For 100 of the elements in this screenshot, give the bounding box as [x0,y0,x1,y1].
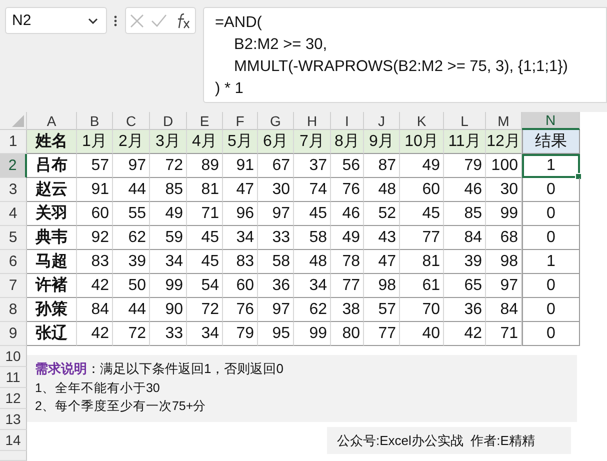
table-cell: 57 [364,298,400,322]
table-header-cell: 2月 [113,130,150,154]
table-cell: 47 [364,250,400,274]
column-header[interactable]: I [331,112,364,130]
column-header[interactable]: N [522,112,580,130]
column-header[interactable]: A [27,112,77,130]
column-header[interactable]: J [364,112,400,130]
column-header[interactable]: C [113,112,150,130]
table-header-cell: 8月 [331,130,364,154]
formula-field[interactable]: =AND( B2:M2 >= 30, MMULT(-WRAPROWS(B2:M2 >= 75, 3), {1;1;1}) ) * 1 [203,7,607,103]
table-cell: 48 [364,178,400,202]
check-icon[interactable] [151,14,168,27]
row-header[interactable]: 1 [0,130,27,154]
table-cell: 赵云 [27,178,77,202]
table-cell: 34 [223,226,258,250]
table-cell: 吕布 [27,154,77,178]
row-header[interactable]: 8 [0,298,27,322]
column-header[interactable]: D [150,112,187,130]
table-cell: 76 [223,298,258,322]
row-header[interactable]: 13 [0,409,27,430]
column-header[interactable]: G [258,112,294,130]
table-cell: 99 [150,274,187,298]
table-cell: 83 [223,250,258,274]
column-header[interactable]: B [77,112,113,130]
table-cell: 50 [113,274,150,298]
table-cell: 34 [187,322,223,346]
table-cell: 97 [113,154,150,178]
table-cell: 71 [486,322,522,346]
table-cell: 77 [400,226,444,250]
table-cell: 42 [77,322,113,346]
table-cell: 44 [113,298,150,322]
select-all-corner[interactable] [0,112,27,130]
table-cell: 72 [113,322,150,346]
table-cell: 43 [364,226,400,250]
row-header[interactable]: 14 [0,430,27,451]
table-cell: 91 [77,178,113,202]
table-cell[interactable]: 1 [522,154,580,178]
column-header[interactable]: F [223,112,258,130]
table-cell: 91 [223,154,258,178]
table-cell: 48 [294,250,331,274]
table-cell: 100 [486,154,522,178]
table-cell: 61 [400,274,444,298]
table-cell: 96 [223,202,258,226]
table-cell: 60 [223,274,258,298]
note-text: 1、全年不能有小于30 [35,380,161,397]
column-header[interactable]: M [486,112,522,130]
table-cell: 67 [258,154,294,178]
table-cell: 33 [258,226,294,250]
table-cell: 39 [444,250,486,274]
table-cell: 44 [113,178,150,202]
row-header[interactable]: 5 [0,226,27,250]
table-cell: 孙策 [27,298,77,322]
cancel-icon[interactable] [130,14,144,28]
row-header[interactable]: 11 [0,367,27,388]
column-header[interactable]: H [294,112,331,130]
column-header[interactable]: L [444,112,486,130]
table-cell: 83 [77,250,113,274]
table-cell: 77 [331,274,364,298]
row-header[interactable]: 3 [0,178,27,202]
triangle-icon [12,115,24,127]
table-cell: 95 [258,322,294,346]
row-header[interactable]: 4 [0,202,27,226]
table-cell: 60 [400,178,444,202]
table-cell: 97 [258,298,294,322]
vertical-dots-icon[interactable] [114,15,117,27]
row-header[interactable]: 7 [0,274,27,298]
table-cell: 77 [364,322,400,346]
table-cell: 30 [258,178,294,202]
table-cell: 84 [77,298,113,322]
table-cell: 84 [444,226,486,250]
column-header[interactable]: K [400,112,444,130]
table-cell: 72 [150,154,187,178]
table-cell: 92 [77,226,113,250]
row-header[interactable]: 6 [0,250,27,274]
table-cell: 40 [400,322,444,346]
table-cell: 79 [223,322,258,346]
table-cell: 42 [77,274,113,298]
table-cell: 36 [444,298,486,322]
column-header[interactable]: E [187,112,223,130]
table-header-cell: 5月 [223,130,258,154]
row-header[interactable]: 2 [0,154,27,178]
table-cell: 79 [444,154,486,178]
table-header-cell: 12月 [486,130,522,154]
table-cell: 99 [294,322,331,346]
table-cell: 72 [187,298,223,322]
table-cell: 54 [187,274,223,298]
function-icon[interactable] [175,12,192,28]
row-header[interactable] [0,451,27,461]
table-header-cell: 7月 [294,130,331,154]
table-cell: 98 [364,274,400,298]
credit-label: 公众号:Excel办公实战 作者:E精精 [327,427,571,454]
name-box[interactable]: N2 [5,7,107,34]
table-cell: 55 [113,202,150,226]
table-cell: 74 [294,178,331,202]
table-cell: 38 [331,298,364,322]
row-header[interactable]: 10 [0,346,27,367]
row-header[interactable]: 9 [0,322,27,346]
table-cell: 98 [486,250,522,274]
row-header[interactable]: 12 [0,388,27,409]
table-cell: 45 [187,226,223,250]
